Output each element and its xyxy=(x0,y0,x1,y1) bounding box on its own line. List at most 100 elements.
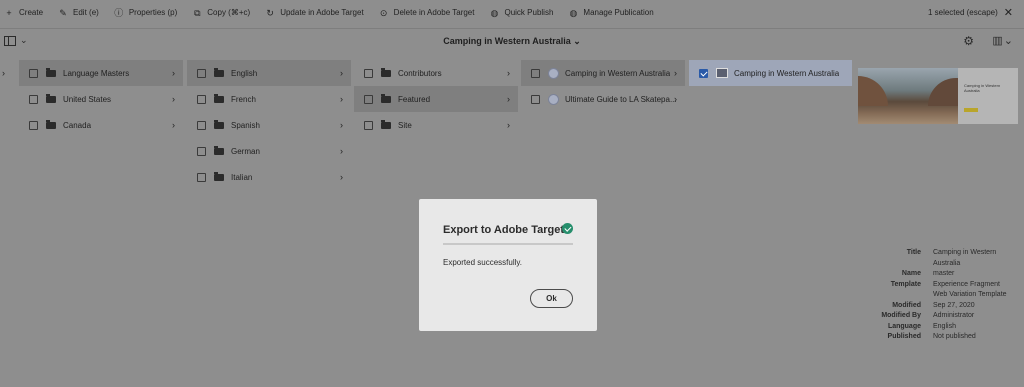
success-check-icon xyxy=(562,223,573,234)
delete-label: Delete in Adobe Target xyxy=(393,8,475,17)
info-icon: ⓘ xyxy=(114,7,124,18)
checkbox[interactable] xyxy=(364,94,373,104)
chevron-right-icon[interactable]: › xyxy=(172,120,175,130)
list-item[interactable]: United States › xyxy=(19,86,183,112)
properties-button[interactable]: ⓘ Properties (p) xyxy=(114,0,177,25)
item-label: English xyxy=(231,68,258,78)
checkbox[interactable] xyxy=(531,94,540,104)
item-label: United States xyxy=(63,94,112,104)
checkbox[interactable] xyxy=(364,120,373,130)
selection-count: 1 selected (escape) xyxy=(927,8,998,17)
item-label: Camping in Western Australia xyxy=(734,68,840,78)
prop-val-title: Camping in Western Australia xyxy=(933,249,997,267)
edit-label: Edit (e) xyxy=(73,8,99,17)
chevron-right-icon[interactable]: › xyxy=(340,94,343,104)
folder-icon xyxy=(46,93,56,103)
chevron-right-icon[interactable]: › xyxy=(2,68,5,78)
list-item[interactable]: German › xyxy=(187,138,351,164)
prop-key-template: Template xyxy=(890,280,921,288)
chevron-right-icon[interactable]: › xyxy=(340,120,343,130)
prop-val-language: English xyxy=(933,322,956,330)
copy-button[interactable]: ⧉ Copy (⌘+c) xyxy=(192,0,250,25)
checkbox[interactable] xyxy=(29,94,38,104)
list-item[interactable]: English › xyxy=(187,60,351,86)
create-button[interactable]: + Create xyxy=(4,0,43,25)
list-item[interactable]: Spanish › xyxy=(187,112,351,138)
ok-button[interactable]: Ok xyxy=(530,289,573,308)
list-item[interactable]: Ultimate Guide to LA Skatepa... › xyxy=(521,86,685,112)
dialog-title: Export to Adobe Target xyxy=(443,224,564,236)
update-label: Update in Adobe Target xyxy=(280,8,364,17)
folder-icon xyxy=(381,67,391,77)
selection-status: 1 selected (escape) ✕ xyxy=(928,0,1013,25)
item-label: Language Masters xyxy=(63,68,130,78)
chevron-right-icon[interactable]: › xyxy=(172,68,175,78)
experience-fragment-icon xyxy=(548,67,559,79)
checkbox[interactable] xyxy=(531,68,540,78)
prop-key-title: Title xyxy=(906,249,921,256)
list-item[interactable]: Contributors › xyxy=(354,60,518,86)
checkbox[interactable] xyxy=(197,146,206,156)
column-5: Camping in Western Australia xyxy=(689,60,852,86)
checkbox[interactable] xyxy=(197,68,206,78)
pencil-icon: ✎ xyxy=(59,7,67,18)
action-bar: + Create ✎ Edit (e) ⓘ Properties (p) ⧉ C… xyxy=(0,0,1024,25)
list-item[interactable]: Featured › xyxy=(354,86,518,112)
export-dialog: Export to Adobe Target Exported successf… xyxy=(419,199,597,331)
update-in-adobe-target-button[interactable]: ↻ Update in Adobe Target xyxy=(265,0,363,25)
manage-publication-button[interactable]: ◍ Manage Publication xyxy=(568,0,653,25)
folder-icon xyxy=(381,119,391,129)
preview-button xyxy=(964,108,978,112)
quick-publish-button[interactable]: ◍ Quick Publish xyxy=(489,0,554,25)
list-item[interactable]: Site › xyxy=(354,112,518,138)
checkbox[interactable] xyxy=(29,68,38,78)
globe-gear-icon: ◍ xyxy=(569,7,578,18)
variation-thumbnail-icon xyxy=(716,68,728,78)
properties-panel: Title Camping in Western Australia Name ma… xyxy=(858,248,1024,343)
dialog-message: Exported successfully. xyxy=(443,258,522,267)
prop-val-template: Experience Fragment Web Variation Templa… xyxy=(933,280,1007,299)
item-label: Spanish xyxy=(231,120,260,130)
prop-val-modified: Sep 27, 2020 xyxy=(933,301,975,309)
column-2: English › French › Spanish › German › It… xyxy=(187,60,351,190)
page-title[interactable]: Camping in Western Australia ⌄ xyxy=(0,36,1024,47)
close-icon[interactable]: ✕ xyxy=(1004,6,1013,19)
edit-button[interactable]: ✎ Edit (e) xyxy=(58,0,99,25)
item-label: Canada xyxy=(63,120,92,130)
list-item[interactable]: Camping in Western Australia › xyxy=(521,60,685,86)
refresh-icon: ↻ xyxy=(266,7,274,18)
list-item[interactable]: Italian › xyxy=(187,164,351,190)
chevron-right-icon[interactable]: › xyxy=(340,172,343,182)
chevron-right-icon[interactable]: › xyxy=(674,68,677,78)
checkbox[interactable] xyxy=(29,120,38,130)
column-3: Contributors › Featured › Site › xyxy=(354,60,518,138)
chevron-right-icon[interactable]: › xyxy=(507,94,510,104)
item-label: Featured xyxy=(398,94,431,104)
checkbox-checked[interactable] xyxy=(699,68,708,78)
chevron-right-icon[interactable]: › xyxy=(172,94,175,104)
chevron-right-icon[interactable]: › xyxy=(340,68,343,78)
list-item[interactable]: French › xyxy=(187,86,351,112)
manage-publication-label: Manage Publication xyxy=(583,8,654,17)
chevron-right-icon[interactable]: › xyxy=(507,68,510,78)
checkbox[interactable] xyxy=(197,120,206,130)
checkbox[interactable] xyxy=(364,68,373,78)
folder-icon xyxy=(214,119,224,129)
chevron-right-icon[interactable]: › xyxy=(507,120,510,130)
chevron-right-icon[interactable]: › xyxy=(340,146,343,156)
checkbox[interactable] xyxy=(197,94,206,104)
list-item[interactable]: Camping in Western Australia xyxy=(689,60,852,86)
column-view-icon[interactable]: ▥ ⌄ xyxy=(992,34,1013,47)
list-item[interactable]: Canada › xyxy=(19,112,183,138)
chevron-right-icon[interactable]: › xyxy=(674,94,677,104)
preview-heading: Camping in Western Australia xyxy=(964,83,1001,93)
column-1: Language Masters › United States › Canad… xyxy=(19,60,183,138)
delete-in-adobe-target-button[interactable]: ⊙ Delete in Adobe Target xyxy=(379,0,475,25)
checkbox[interactable] xyxy=(197,172,206,182)
item-label: Camping in Western Australia xyxy=(565,68,671,78)
gear-icon[interactable]: ⚙ xyxy=(963,34,974,48)
prop-key-modified: Modified xyxy=(892,301,921,309)
folder-icon xyxy=(214,67,224,77)
list-item[interactable]: Language Masters › xyxy=(19,60,183,86)
folder-icon xyxy=(214,171,224,181)
